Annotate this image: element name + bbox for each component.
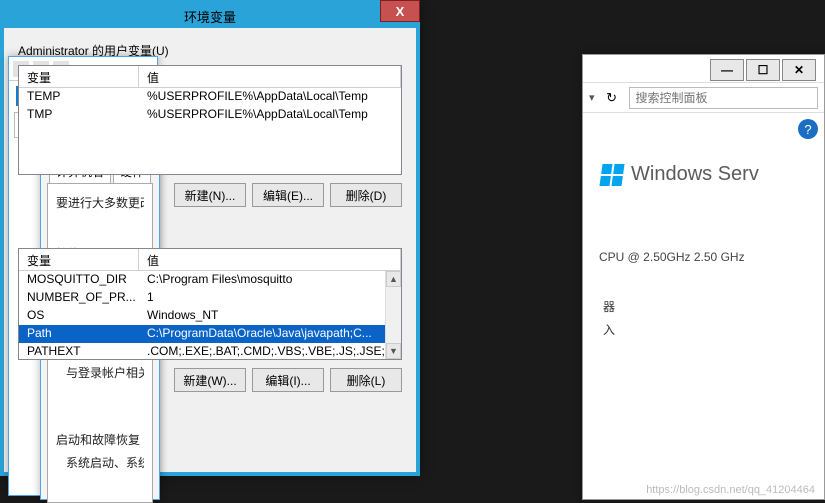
profile-text: 与登录帐户相关: [66, 364, 144, 381]
scrollbar[interactable]: ▲ ▼: [385, 271, 401, 359]
col-value[interactable]: 值: [139, 66, 401, 87]
scroll-down-icon[interactable]: ▼: [386, 343, 401, 359]
table-row[interactable]: TEMP%USERPROFILE%\AppData\Local\Temp: [19, 88, 401, 106]
partial-text: 入: [603, 321, 814, 338]
minimize-button[interactable]: —: [710, 59, 744, 81]
recovery-text: 系统启动、系统: [66, 454, 144, 471]
search-input[interactable]: [629, 87, 818, 109]
close-button[interactable]: ✕: [782, 59, 816, 81]
table-row[interactable]: NUMBER_OF_PR...1: [19, 289, 401, 307]
table-row[interactable]: MOSQUITTO_DIRC:\Program Files\mosquitto: [19, 271, 401, 289]
user-edit-button[interactable]: 编辑(E)...: [252, 183, 324, 207]
sys-new-button[interactable]: 新建(W)...: [174, 368, 246, 392]
col-variable[interactable]: 变量: [19, 249, 139, 270]
table-row[interactable]: PathC:\ProgramData\Oracle\Java\javapath;…: [19, 325, 401, 343]
close-button[interactable]: X: [380, 0, 420, 22]
dropdown-icon[interactable]: ▾: [589, 91, 595, 104]
table-row[interactable]: TMP%USERPROFILE%\AppData\Local\Temp: [19, 106, 401, 124]
sysprop-intro: 要进行大多数更改: [56, 194, 144, 211]
user-new-button[interactable]: 新建(N)...: [174, 183, 246, 207]
partial-text: 器: [603, 298, 814, 315]
col-value[interactable]: 值: [139, 249, 401, 270]
cpu-line: CPU @ 2.50GHz 2.50 GHz: [599, 250, 814, 264]
table-row[interactable]: OSWindows_NT: [19, 307, 401, 325]
watermark: https://blog.csdn.net/qq_41204464: [646, 484, 815, 496]
right-titlebar: — ☐ ✕: [583, 55, 824, 83]
system-info-window: — ☐ ✕ ▾ ↻ ? Windows Serv CPU @ 2.50GHz 2…: [582, 54, 825, 500]
sys-delete-button[interactable]: 删除(L): [330, 368, 402, 392]
refresh-icon[interactable]: ↻: [603, 89, 621, 107]
help-icon[interactable]: ?: [798, 119, 818, 139]
table-row[interactable]: PATHEXT.COM;.EXE;.BAT;.CMD;.VBS;.VBE;.JS…: [19, 343, 401, 360]
sys-edit-button[interactable]: 编辑(I)...: [252, 368, 324, 392]
address-bar: ▾ ↻: [583, 83, 824, 113]
col-variable[interactable]: 变量: [19, 66, 139, 87]
user-vars-table[interactable]: 变量 值 TEMP%USERPROFILE%\AppData\Local\Tem…: [18, 65, 402, 175]
recovery-heading: 启动和故障恢复: [56, 431, 144, 448]
env-title: 环境变量: [184, 7, 236, 26]
scroll-up-icon[interactable]: ▲: [386, 271, 401, 287]
system-vars-table[interactable]: 变量 值 MOSQUITTO_DIRC:\Program Files\mosqu…: [18, 248, 402, 360]
windows-logo-icon: [599, 164, 624, 186]
windows-brand: Windows Serv: [601, 163, 814, 186]
user-delete-button[interactable]: 删除(D): [330, 183, 402, 207]
env-titlebar: 环境变量 X: [4, 4, 416, 28]
maximize-button[interactable]: ☐: [746, 59, 780, 81]
